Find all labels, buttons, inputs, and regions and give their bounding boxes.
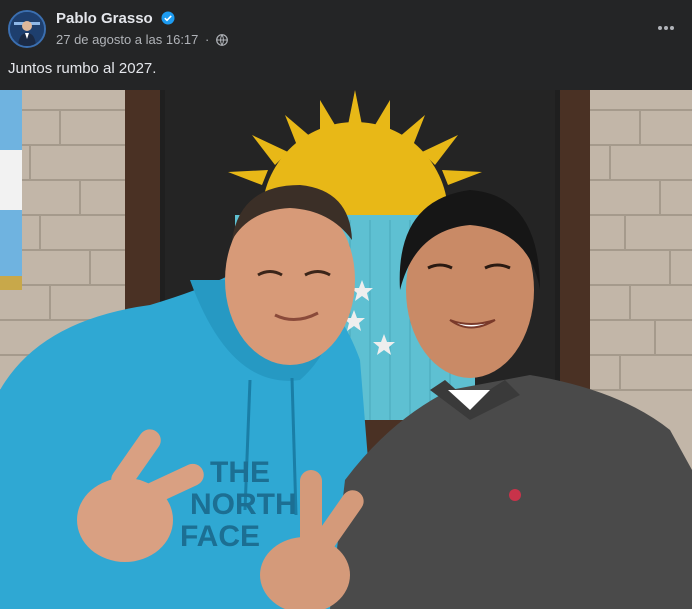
more-options-button[interactable] [652, 14, 680, 42]
author-name-link[interactable]: Pablo Grasso [56, 10, 175, 29]
post-header: Pablo Grasso 27 de agosto a las 16:17 · [0, 0, 692, 56]
post-caption: Juntos rumbo al 2027. [8, 60, 157, 77]
hoodie-text-face: FACE [180, 520, 260, 553]
facebook-post: Pablo Grasso 27 de agosto a las 16:17 · [0, 0, 692, 609]
post-photo[interactable]: THE NORTH FACE [0, 90, 692, 609]
author-name: Pablo Grasso [56, 10, 153, 27]
sweater-logo [509, 489, 521, 501]
post-timestamp[interactable]: 27 de agosto a las 16:17 [56, 32, 198, 47]
post-meta: 27 de agosto a las 16:17 · [56, 32, 228, 49]
more-options-icon [658, 26, 674, 30]
profile-avatar[interactable] [8, 10, 46, 48]
verified-badge-icon [161, 11, 175, 29]
selfie-photo: THE NORTH FACE [0, 90, 692, 609]
globe-icon[interactable] [216, 34, 228, 49]
hoodie-text-the: THE [210, 456, 270, 489]
avatar-image [10, 12, 44, 46]
hoodie-text-north: NORTH [190, 488, 297, 521]
meta-separator: · [205, 32, 210, 47]
